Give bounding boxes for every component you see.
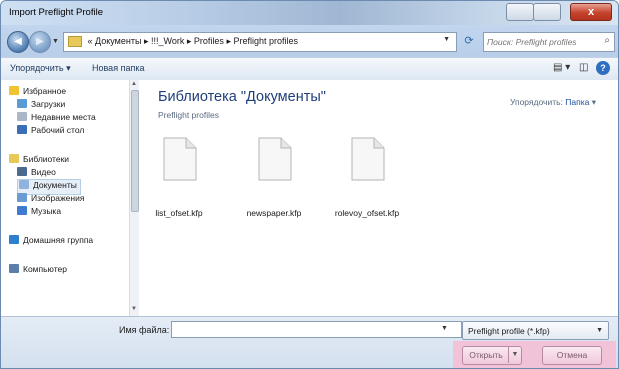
- preview-pane-icon[interactable]: ◫: [579, 62, 588, 73]
- sidebar-item-label: Загрузки: [31, 99, 66, 109]
- desktop-icon: [17, 125, 27, 134]
- search-box[interactable]: ⌕: [483, 32, 615, 52]
- breadcrumb-preflight-profiles[interactable]: Preflight profiles: [234, 36, 299, 46]
- music-icon: [17, 206, 27, 215]
- address-dropdown-icon[interactable]: ▼: [443, 36, 450, 43]
- view-options-icon[interactable]: ▤ ▾: [553, 62, 570, 73]
- breadcrumb-documents[interactable]: Документы: [95, 36, 141, 46]
- sidebar-item-label: Музыка: [31, 206, 62, 216]
- sidebar-item-label: Видео: [31, 167, 56, 177]
- downloads-icon: [17, 99, 27, 108]
- sidebar-item-label: Компьютер: [23, 264, 67, 274]
- back-button[interactable]: ◀: [7, 31, 29, 53]
- address-bar[interactable]: « Документы ▸ !!!_Work ▸ Profiles ▸ Pref…: [63, 32, 457, 52]
- command-bar: Упорядочить ▾ Новая папка ▤ ▾ ◫ ?: [1, 57, 618, 81]
- scrollbar-thumb[interactable]: [131, 90, 139, 212]
- file-type-value: Preflight profile (*.kfp): [468, 326, 550, 336]
- arrange-value[interactable]: Папка: [565, 97, 589, 107]
- search-icon[interactable]: ⌕: [604, 35, 610, 46]
- libraries-icon: [9, 154, 19, 163]
- recent-places-icon: [17, 112, 27, 121]
- star-icon: [9, 86, 19, 95]
- document-file-icon: [258, 137, 292, 181]
- open-options-dropdown[interactable]: ▼: [508, 346, 521, 363]
- breadcrumb-profiles[interactable]: Profiles: [194, 36, 224, 46]
- refresh-icon[interactable]: ⟳: [459, 32, 479, 50]
- sidebar-item-label: Рабочий стол: [31, 125, 85, 135]
- breadcrumb-separator[interactable]: ▸: [226, 36, 231, 46]
- navigation-pane: Избранное Загрузки Недавние места Рабочи…: [1, 80, 139, 316]
- sidebar-item-downloads[interactable]: Загрузки: [17, 99, 65, 113]
- library-subtitle: Preflight profiles: [158, 110, 219, 120]
- sidebar-item-label: Домашняя группа: [23, 235, 94, 245]
- window-title: Import Preflight Profile: [9, 7, 103, 18]
- filename-input[interactable]: [171, 321, 462, 338]
- breadcrumb-overflow[interactable]: «: [88, 36, 93, 46]
- sidebar-item-label: Библиотеки: [23, 154, 70, 164]
- sidebar-item-homegroup[interactable]: Домашняя группа: [9, 235, 93, 249]
- arrange-by[interactable]: Упорядочить: Папка ▾: [510, 97, 596, 108]
- dialog-footer: Имя файла: ▼ Preflight profile (*.kfp) ▼…: [1, 316, 618, 368]
- title-bar[interactable]: Import Preflight Profile x: [1, 1, 618, 25]
- pictures-icon: [17, 193, 27, 202]
- sidebar-scrollbar[interactable]: ▲ ▼: [129, 80, 139, 316]
- filename-label: Имя файла:: [119, 325, 170, 335]
- new-folder-button[interactable]: Новая папка: [92, 63, 144, 73]
- maximize-button[interactable]: [533, 3, 561, 21]
- sidebar-item-desktop[interactable]: Рабочий стол: [17, 125, 84, 139]
- file-item[interactable]: list_ofset.kfp: [139, 137, 219, 218]
- organize-label: Упорядочить: [10, 63, 64, 73]
- chevron-down-icon: ▼: [596, 327, 603, 334]
- documents-icon: [19, 180, 29, 189]
- arrange-label: Упорядочить:: [509, 97, 563, 107]
- file-name: rolevoy_ofset.kfp: [334, 208, 400, 218]
- search-input[interactable]: [487, 35, 595, 48]
- breadcrumb-work[interactable]: !!!_Work: [151, 36, 184, 46]
- file-item[interactable]: rolevoy_ofset.kfp: [327, 137, 407, 218]
- filename-dropdown-icon[interactable]: ▼: [441, 325, 448, 332]
- folder-icon: [68, 36, 82, 48]
- cancel-button[interactable]: Отмена: [542, 346, 602, 365]
- homegroup-icon: [9, 235, 19, 244]
- sidebar-item-recent-places[interactable]: Недавние места: [17, 112, 96, 126]
- scroll-up-icon[interactable]: ▲: [131, 81, 137, 87]
- sidebar-item-music[interactable]: Музыка: [17, 206, 61, 220]
- document-file-icon: [351, 137, 385, 181]
- sidebar-item-label: Недавние места: [31, 112, 96, 122]
- file-item[interactable]: newspaper.kfp: [234, 137, 314, 218]
- sidebar-item-label: Документы: [33, 180, 77, 190]
- library-title: Библиотека "Документы": [158, 89, 326, 105]
- sidebar-item-label: Изображения: [31, 193, 85, 203]
- document-file-icon: [163, 137, 197, 181]
- minimize-button[interactable]: [506, 3, 534, 21]
- close-button[interactable]: x: [570, 3, 612, 21]
- breadcrumb: « Документы ▸ !!!_Work ▸ Profiles ▸ Pref…: [68, 36, 299, 48]
- sidebar-item-pictures[interactable]: Изображения: [17, 193, 84, 207]
- sidebar-item-favorites[interactable]: Избранное: [9, 86, 66, 100]
- breadcrumb-separator[interactable]: ▸: [144, 36, 149, 46]
- open-label: Открыть: [469, 350, 503, 360]
- file-name: list_ofset.kfp: [155, 208, 203, 218]
- file-list-pane: Библиотека "Документы" Preflight profile…: [139, 80, 618, 316]
- organize-menu[interactable]: Упорядочить ▾: [10, 63, 71, 74]
- video-icon: [17, 167, 27, 176]
- button-area: Открыть ▼ Отмена: [453, 341, 616, 368]
- forward-button[interactable]: ▶: [29, 31, 51, 53]
- sidebar-item-label: Избранное: [23, 86, 67, 96]
- help-icon[interactable]: ?: [596, 61, 610, 75]
- scroll-down-icon[interactable]: ▼: [131, 306, 137, 312]
- file-type-select[interactable]: Preflight profile (*.kfp) ▼: [462, 321, 609, 340]
- sidebar-item-computer[interactable]: Компьютер: [9, 264, 67, 278]
- file-name: newspaper.kfp: [246, 208, 302, 218]
- address-row: ◀ ▶ ▼ « Документы ▸ !!!_Work ▸ Profiles …: [1, 29, 618, 55]
- sidebar-item-libraries[interactable]: Библиотеки: [9, 154, 69, 168]
- computer-icon: [9, 264, 19, 273]
- dialog-window: Import Preflight Profile x ◀ ▶ ▼ « Докум…: [0, 0, 619, 369]
- breadcrumb-separator[interactable]: ▸: [187, 36, 192, 46]
- recent-pages-dropdown[interactable]: ▼: [52, 38, 59, 45]
